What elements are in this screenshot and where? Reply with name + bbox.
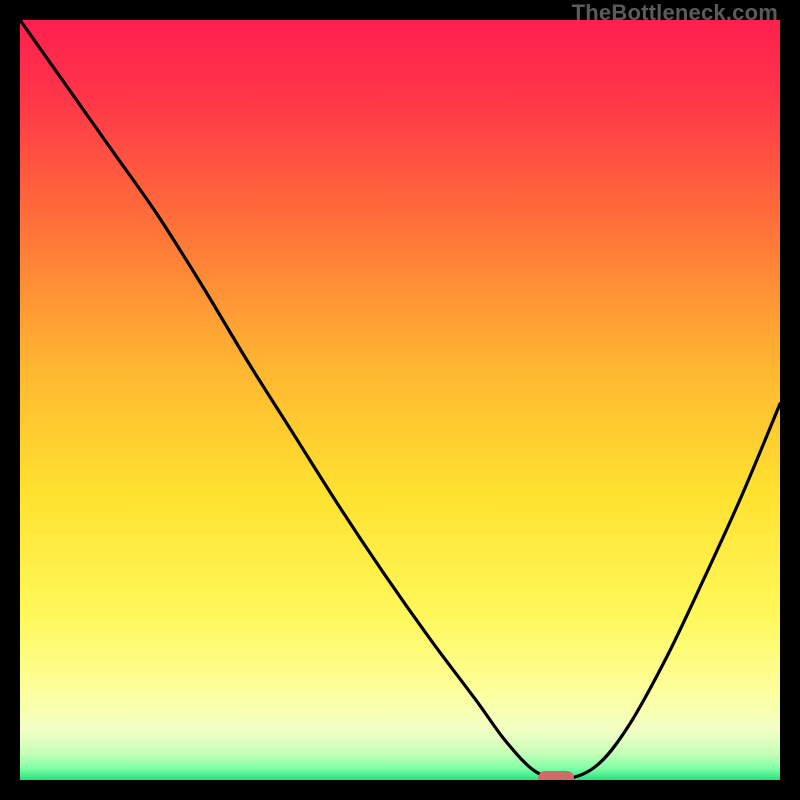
- plot-area: [20, 20, 780, 780]
- watermark-text: TheBottleneck.com: [572, 0, 778, 26]
- optimum-marker: [538, 771, 574, 780]
- bottleneck-curve: [20, 20, 780, 780]
- chart-frame: TheBottleneck.com: [0, 0, 800, 800]
